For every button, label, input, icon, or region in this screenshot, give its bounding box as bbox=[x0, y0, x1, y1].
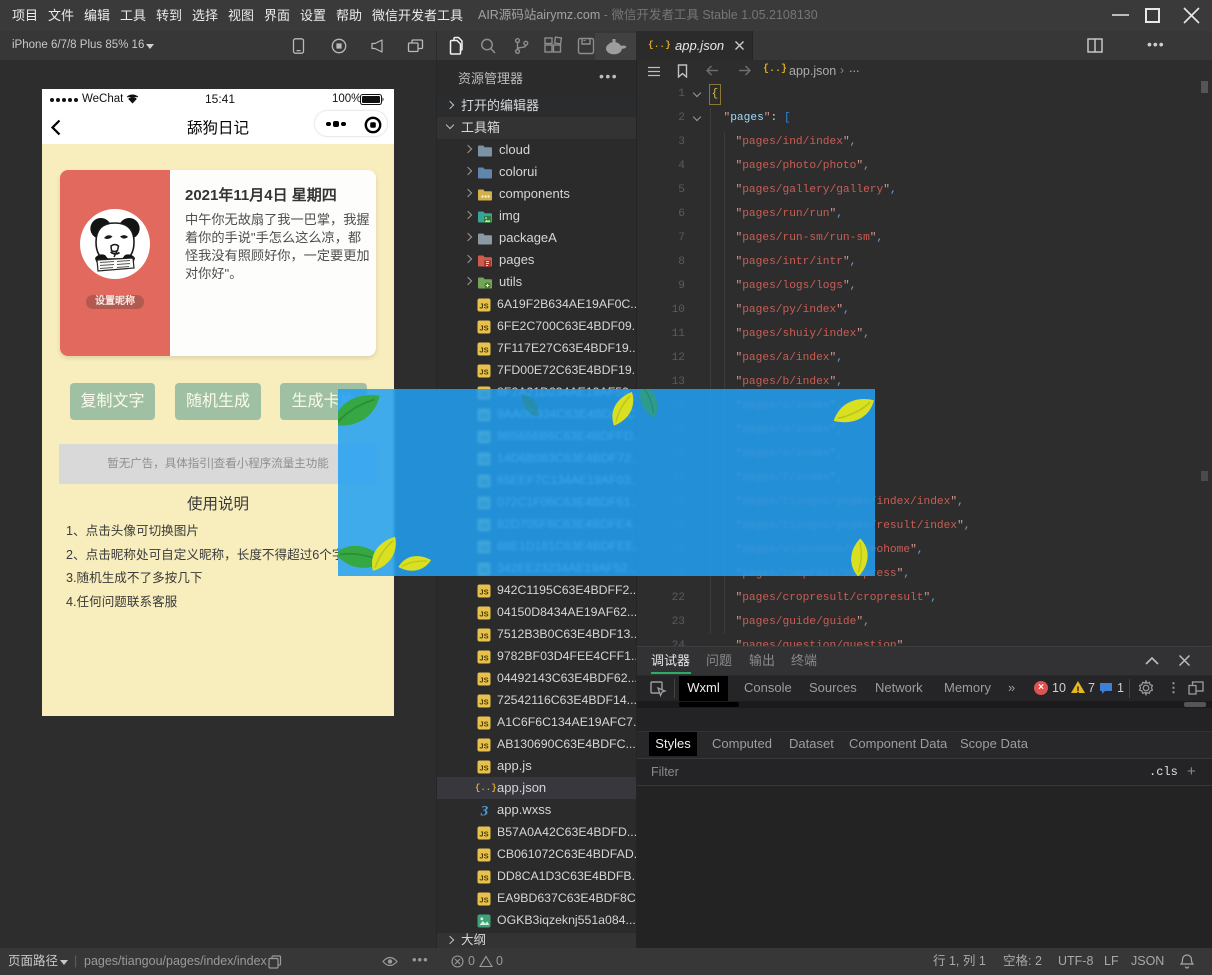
svg-text:JS: JS bbox=[479, 302, 488, 311]
svg-text:JS: JS bbox=[479, 742, 488, 751]
svg-text:JS: JS bbox=[479, 874, 488, 883]
svg-text:JS: JS bbox=[479, 896, 488, 905]
svg-text:3: 3 bbox=[480, 804, 489, 819]
svg-text:JS: JS bbox=[479, 368, 488, 377]
svg-text:JS: JS bbox=[479, 852, 488, 861]
svg-text:JS: JS bbox=[479, 610, 488, 619]
svg-text:JS: JS bbox=[479, 588, 488, 597]
svg-text:JS: JS bbox=[479, 830, 488, 839]
svg-text:JS: JS bbox=[479, 698, 488, 707]
svg-text:JS: JS bbox=[479, 632, 488, 641]
svg-text:JS: JS bbox=[479, 324, 488, 333]
svg-text:JS: JS bbox=[479, 346, 488, 355]
svg-text:JS: JS bbox=[479, 676, 488, 685]
svg-text:JS: JS bbox=[479, 720, 488, 729]
svg-text:JS: JS bbox=[479, 764, 488, 773]
svg-text:JS: JS bbox=[479, 654, 488, 663]
